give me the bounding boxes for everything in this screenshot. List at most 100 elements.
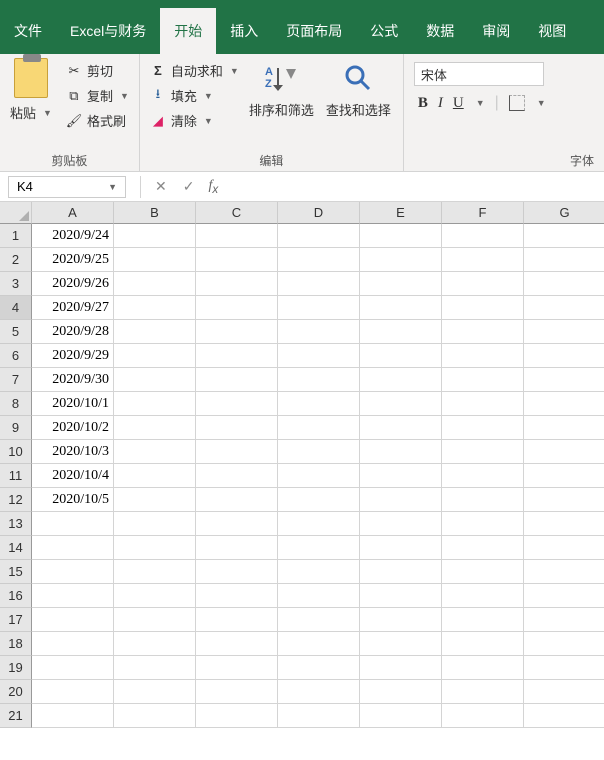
cell[interactable] [442,416,524,440]
cell[interactable] [32,608,114,632]
cell[interactable] [360,248,442,272]
cell[interactable] [114,536,196,560]
cell[interactable] [114,368,196,392]
cell[interactable] [278,392,360,416]
row-header[interactable]: 5 [0,320,32,344]
cell[interactable] [442,272,524,296]
row-header[interactable]: 12 [0,488,32,512]
sort-filter-button[interactable]: A Z 排序和筛选 [249,60,314,119]
cell[interactable] [278,440,360,464]
cell[interactable]: 2020/9/27 [32,296,114,320]
cell[interactable]: 2020/9/29 [32,344,114,368]
cell[interactable] [196,608,278,632]
cell[interactable] [360,368,442,392]
paste-icon[interactable] [14,58,48,98]
cell[interactable] [442,632,524,656]
cell[interactable] [360,320,442,344]
cell[interactable] [114,272,196,296]
cell[interactable] [32,704,114,728]
row-header[interactable]: 4 [0,296,32,320]
cell[interactable] [442,488,524,512]
cell[interactable] [278,704,360,728]
cell[interactable] [114,296,196,320]
cell[interactable] [524,320,604,344]
row-header[interactable]: 13 [0,512,32,536]
cell[interactable] [196,488,278,512]
cell[interactable] [524,416,604,440]
cell[interactable] [278,248,360,272]
cell[interactable] [278,344,360,368]
cut-button[interactable]: ✂ 剪切 [62,58,133,83]
cell[interactable] [524,488,604,512]
cell[interactable] [196,584,278,608]
cell[interactable] [524,584,604,608]
name-box[interactable]: K4 ▼ [8,176,126,198]
cell[interactable] [196,632,278,656]
paste-button[interactable]: 粘贴▼ [6,100,56,125]
column-header[interactable]: F [442,202,524,224]
cell[interactable]: 2020/9/25 [32,248,114,272]
tab-insert[interactable]: 插入 [216,8,272,54]
cell[interactable]: 2020/9/30 [32,368,114,392]
row-header[interactable]: 14 [0,536,32,560]
cell[interactable] [114,320,196,344]
row-header[interactable]: 19 [0,656,32,680]
cell[interactable] [32,584,114,608]
find-select-button[interactable]: 查找和选择 [326,60,391,119]
row-header[interactable]: 18 [0,632,32,656]
row-header[interactable]: 2 [0,248,32,272]
cell[interactable] [360,584,442,608]
cell[interactable] [360,656,442,680]
cell[interactable] [360,224,442,248]
column-header[interactable]: G [524,202,604,224]
cell[interactable] [360,464,442,488]
cell[interactable] [442,344,524,368]
cell[interactable] [360,488,442,512]
row-header[interactable]: 7 [0,368,32,392]
cell[interactable] [278,320,360,344]
cell[interactable] [32,656,114,680]
cell[interactable] [442,320,524,344]
cell[interactable] [114,560,196,584]
cell[interactable]: 2020/9/28 [32,320,114,344]
cell[interactable]: 2020/10/5 [32,488,114,512]
cell[interactable] [524,632,604,656]
cell[interactable] [360,560,442,584]
cell[interactable]: 2020/10/2 [32,416,114,440]
cell[interactable] [360,392,442,416]
copy-button[interactable]: ⧉ 复制▼ [62,83,133,108]
cell[interactable] [278,488,360,512]
cell[interactable]: 2020/10/1 [32,392,114,416]
cell[interactable] [442,560,524,584]
tab-home[interactable]: 开始 [160,8,216,54]
fill-button[interactable]: ⭳ 填充▼ [146,83,243,108]
cell[interactable] [278,656,360,680]
row-header[interactable]: 9 [0,416,32,440]
cell[interactable] [524,392,604,416]
select-all-corner[interactable] [0,202,32,224]
cell[interactable] [278,416,360,440]
cell[interactable] [196,392,278,416]
cell[interactable] [278,536,360,560]
accept-formula-button[interactable]: ✓ [175,178,203,195]
cell[interactable] [196,656,278,680]
cell[interactable] [524,608,604,632]
cell[interactable] [442,680,524,704]
cell[interactable] [524,224,604,248]
tab-formulas[interactable]: 公式 [356,8,412,54]
clear-button[interactable]: ◢ 清除▼ [146,108,243,133]
cell[interactable] [114,392,196,416]
fx-icon[interactable]: fx [202,178,224,196]
cell[interactable]: 2020/9/26 [32,272,114,296]
cell[interactable] [442,608,524,632]
cell[interactable] [278,632,360,656]
cell[interactable] [114,632,196,656]
borders-button[interactable] [509,95,525,111]
cell[interactable]: 2020/10/3 [32,440,114,464]
cell[interactable] [524,272,604,296]
bold-button[interactable]: B [418,95,428,112]
cell[interactable] [196,464,278,488]
cell[interactable] [442,512,524,536]
cell[interactable] [278,296,360,320]
cell[interactable] [524,248,604,272]
